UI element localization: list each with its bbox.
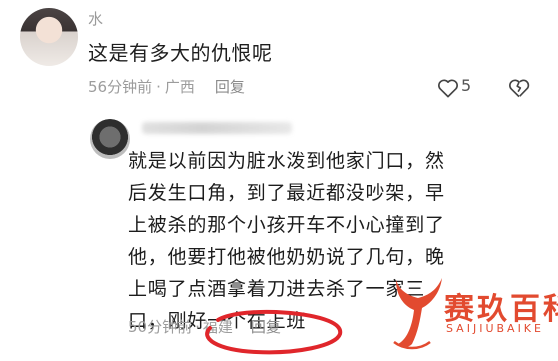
comment-location: 广西: [164, 78, 195, 96]
meta-separator: ·: [156, 78, 161, 96]
comment-meta: 56分钟前 · 广西 回复: [88, 76, 245, 97]
comment-time: 56分钟前: [88, 78, 153, 96]
whale-tail-logo-icon: [390, 270, 446, 354]
reply-avatar[interactable]: [90, 119, 130, 159]
watermark-subtitle: SAIJIUBAIKE: [446, 322, 544, 335]
watermark: 赛玖百科 SAIJIUBAIKE: [390, 264, 558, 357]
broken-heart-icon[interactable]: [508, 78, 530, 102]
like-count: 5: [461, 76, 472, 95]
comment-username[interactable]: 水: [88, 8, 103, 29]
comment-text: 这是有多大的仇恨呢: [88, 41, 273, 65]
reply-button[interactable]: 回复: [215, 78, 245, 96]
reply-time: 50分钟前: [128, 318, 193, 336]
reply-username-blurred: [142, 122, 292, 134]
red-circle-annotation: [196, 298, 346, 361]
avatar[interactable]: [20, 8, 78, 66]
heart-icon[interactable]: [437, 78, 459, 102]
